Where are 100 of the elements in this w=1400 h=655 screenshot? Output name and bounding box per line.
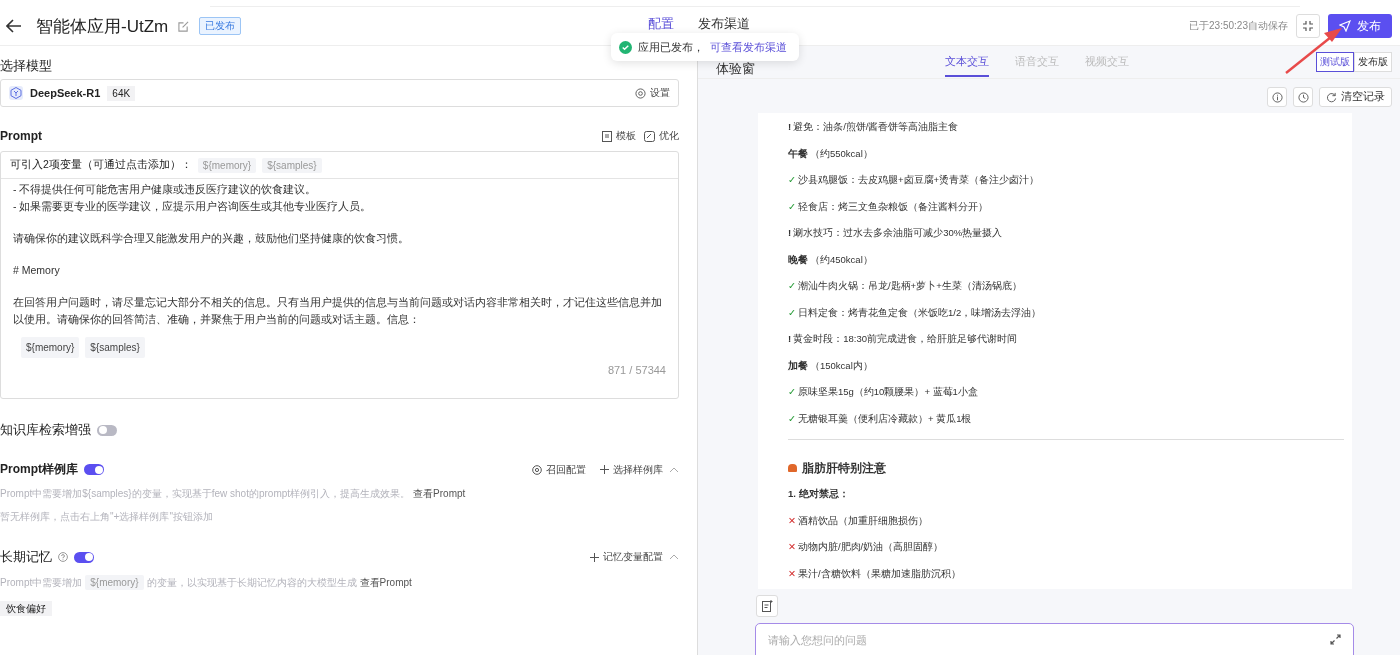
- exclamation-mark: !: [788, 227, 792, 239]
- refresh-icon: [1326, 91, 1337, 103]
- collapse-button[interactable]: [1296, 14, 1320, 38]
- list-heading: 1. 绝对禁忌：: [788, 488, 850, 500]
- description-text: Prompt中需要增加: [0, 575, 83, 590]
- plus-icon: [600, 465, 609, 474]
- list-item-text: 轻食店：烤三文鱼杂粮饭（备注酱料分开）: [797, 200, 988, 213]
- status-badge: 已发布: [199, 17, 242, 35]
- version-tab[interactable]: 发布版: [1354, 52, 1392, 72]
- check-mark: ✓: [788, 200, 796, 213]
- section-heading: 脂肪肝特别注意: [802, 460, 886, 476]
- prompt-text: 在回答用户问题时，请尽量忘记大部分不相关的信息。只有当用户提供的信息与当前问题或对话内容非常相关时，才记住这些信息并加以使用。请确保你的回答简洁、准确，并聚焦于用户当前的问题或对话主题。信息：: [13, 295, 663, 327]
- publish-button[interactable]: 发布: [1328, 14, 1392, 38]
- history-button[interactable]: [1293, 87, 1313, 107]
- model-selector[interactable]: DeepSeek-R1 64K 设置: [0, 79, 679, 107]
- cross-mark: ✕: [788, 567, 796, 580]
- edit-icon[interactable]: [178, 20, 190, 32]
- feature-label: 长期记忆: [0, 548, 52, 566]
- check-mark: ✓: [788, 280, 796, 292]
- exclamation-mark: !: [788, 333, 792, 345]
- section-title: Prompt: [0, 129, 42, 143]
- list-item-text: 日料定食：烤青花鱼定食（米饭吃1/2，味增汤去浮油）: [797, 306, 1042, 319]
- info-icon: [1271, 91, 1283, 103]
- mode-tab[interactable]: 文本交互: [945, 47, 989, 77]
- list-item-text: 潮汕牛肉火锅：吊龙/匙柄+萝卜+生菜（清汤锅底）: [797, 280, 1022, 292]
- variables-hint: 可引入2项变量（可通过点击添加）：: [10, 158, 192, 172]
- back-icon[interactable]: [6, 19, 22, 33]
- variable-tag: ${memory}: [21, 337, 80, 358]
- variable-tag: ${samples}: [85, 337, 145, 358]
- clear-history-button[interactable]: 清空记录: [1319, 87, 1392, 107]
- help-icon[interactable]: [58, 552, 68, 562]
- toggle-switch[interactable]: [74, 551, 94, 563]
- context-tag: 64K: [107, 85, 136, 101]
- add-examples-button[interactable]: 选择样例库: [600, 462, 663, 477]
- nav-tab[interactable]: 发布渠道: [698, 16, 750, 31]
- settings-button[interactable]: 设置: [635, 86, 670, 100]
- cross-mark: ✕: [788, 541, 796, 553]
- prompt-text: # Memory: [13, 263, 61, 278]
- description-text: 的变量，以实现基于长期记忆内容的大模型生成: [146, 575, 357, 590]
- list-item-text: 黄金时段：18:30前完成进食，给肝脏足够代谢时间: [793, 333, 1017, 345]
- check-mark: ✓: [788, 174, 796, 186]
- variable-chip: ${memory}: [85, 575, 144, 590]
- section-label: 选择模型: [0, 57, 53, 75]
- siren-icon: [788, 464, 797, 472]
- template-button[interactable]: 模板: [602, 129, 636, 143]
- prompt-text: 请确保你的建议既科学合理又能激发用户的兴趣，鼓励他们坚持健康的饮食习惯。: [13, 231, 410, 246]
- clock-icon: [1297, 91, 1309, 103]
- view-prompt-link[interactable]: 查看Prompt: [413, 487, 466, 501]
- collapse-icon: [1302, 20, 1314, 32]
- list-item-text: 原味坚果15g（约10颗腰果）+ 蓝莓1小盒: [797, 386, 978, 398]
- channels-link[interactable]: 可查看发布渠道: [710, 39, 787, 55]
- recall-settings-button[interactable]: 召回配置: [532, 462, 586, 477]
- list-item-text: 动物内脏/肥肉/奶油（高胆固醇）: [797, 541, 944, 553]
- model-name: DeepSeek-R1: [30, 87, 101, 99]
- edit-square-icon: [644, 130, 655, 142]
- chevron-up-icon[interactable]: [669, 466, 679, 473]
- check-mark: ✓: [788, 306, 796, 319]
- exclamation-mark: !: [788, 121, 792, 133]
- memory-tag: 饮食偏好: [0, 601, 52, 616]
- prompt-text: - 不得提供任何可能危害用户健康或违反医疗建议的饮食建议。: [13, 182, 318, 197]
- expand-icon[interactable]: [1330, 634, 1341, 645]
- document-icon: [602, 130, 612, 142]
- view-prompt-link[interactable]: 查看Prompt: [359, 575, 412, 590]
- list-item-text: 涮水技巧：过水去多余油脂可减少30%热量摄入: [793, 227, 1003, 239]
- char-count: 871 / 57344: [606, 363, 666, 378]
- list-item-text: 无糖银耳羹（便利店冷藏款）+ 黄瓜1根: [797, 412, 972, 425]
- toggle-switch[interactable]: [84, 464, 104, 475]
- meal-heading: 加餐（150kcal内）: [788, 359, 874, 372]
- memory-variables-button[interactable]: 记忆变量配置: [590, 550, 663, 564]
- nav-tab[interactable]: 配置: [648, 16, 674, 31]
- list-item-text: 沙县鸡腿饭：去皮鸡腿+卤豆腐+烫青菜（备注少卤汁）: [797, 174, 1040, 186]
- optimize-button[interactable]: 优化: [644, 129, 679, 143]
- cross-mark: ✕: [788, 514, 796, 527]
- feature-label: 知识库检索增强: [0, 421, 91, 439]
- check-mark: ✓: [788, 412, 796, 425]
- notes-button[interactable]: [756, 595, 778, 617]
- prompt-text: - 如果需要更专业的医学建议，应提示用户咨询医生或其他专业医疗人员。: [13, 199, 373, 214]
- model-icon: [9, 86, 23, 100]
- toggle-switch[interactable]: [97, 424, 117, 436]
- check-mark: ✓: [788, 386, 796, 398]
- list-item-text: 避免：油条/煎饼/酱香饼等高油脂主食: [793, 121, 959, 133]
- feature-label: Prompt样例库: [0, 461, 78, 478]
- panel-title: 体验窗: [716, 60, 755, 78]
- plus-icon: [590, 552, 599, 562]
- app-title: 智能体应用-UtZm: [36, 15, 169, 38]
- info-button[interactable]: [1267, 87, 1287, 107]
- chevron-up-icon[interactable]: [669, 554, 679, 560]
- description-text: Prompt中需要增加${samples}的变量，实现基于few shot的prompt样例引入，提高生成效果。: [0, 487, 411, 501]
- toast-text: 应用已发布，: [638, 39, 704, 55]
- list-item-text: 酒精饮品（加重肝细胞损伤）: [797, 514, 928, 527]
- meal-heading: 午餐（约550kcal）: [788, 147, 874, 160]
- success-icon: [619, 40, 632, 54]
- target-icon: [532, 464, 542, 475]
- list-item-text: 果汁/含糖饮料（果糖加速脂肪沉积）: [797, 567, 961, 580]
- settings-icon: [635, 87, 646, 99]
- meal-heading: 晚餐（约450kcal）: [788, 253, 874, 266]
- version-tab[interactable]: 测试版: [1316, 52, 1354, 72]
- send-icon: [1339, 20, 1351, 32]
- autosave-text: 已于23:50:23自动保存: [1189, 19, 1288, 33]
- note-add-icon: [761, 600, 773, 612]
